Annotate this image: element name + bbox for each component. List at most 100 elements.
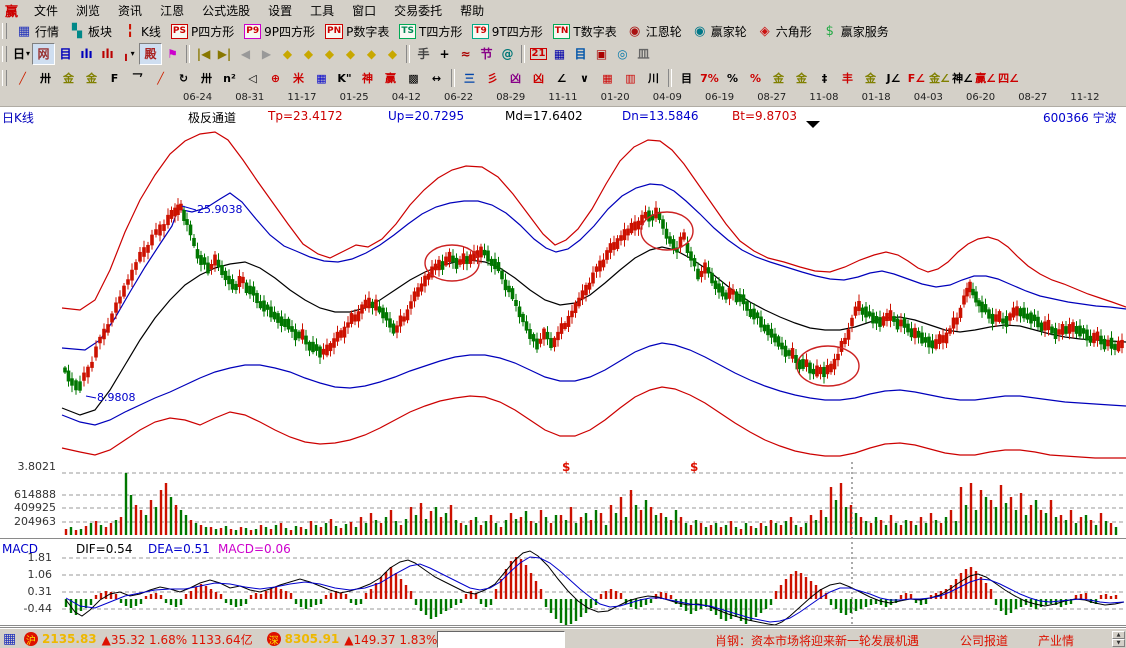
rotate-tool[interactable]: ↻: [172, 68, 195, 88]
bars-red-button[interactable]: ılı: [97, 44, 118, 64]
quotes-grid-icon[interactable]: ▦: [3, 632, 18, 646]
expand-h-diamond-button[interactable]: ◆: [319, 44, 340, 64]
menu-item-6[interactable]: 设置: [259, 1, 301, 20]
network-button[interactable]: ◎: [612, 44, 633, 64]
candle-style-button[interactable]: ╻▾: [118, 44, 139, 64]
info-panel-button[interactable]: 目: [55, 44, 76, 64]
menu-item-2[interactable]: 浏览: [67, 1, 109, 20]
spiral-tool-button[interactable]: @: [497, 44, 518, 64]
last-bar-button[interactable]: ▶|: [214, 44, 235, 64]
panel-lines-tool[interactable]: 三: [458, 68, 481, 88]
si-angle-tool[interactable]: 四∠: [997, 68, 1020, 88]
width-arrows-tool[interactable]: ↔: [425, 68, 448, 88]
news-category[interactable]: 公司报道: [960, 632, 1008, 648]
shen-angle-tool[interactable]: 神∠: [951, 68, 974, 88]
red-grid-tool[interactable]: ▦: [596, 68, 619, 88]
crosshair-tool-button[interactable]: +: [434, 44, 455, 64]
pattern-view-button[interactable]: 殿: [139, 43, 162, 65]
brush-tool[interactable]: ╱: [11, 68, 34, 88]
k-notes-tool[interactable]: K": [333, 68, 356, 88]
f-angle-tool[interactable]: F∠: [905, 68, 928, 88]
gold-hatch-tool[interactable]: 金: [57, 68, 80, 88]
gold-circle-tool[interactable]: 金: [767, 68, 790, 88]
gold-angle-tool[interactable]: 金∠: [928, 68, 951, 88]
code-input[interactable]: [437, 631, 565, 648]
angle-lines-tool[interactable]: ∠: [550, 68, 573, 88]
slant-lines-tool[interactable]: 川: [642, 68, 665, 88]
gann-wheel-button[interactable]: ◉江恩轮: [622, 21, 687, 41]
bars-blue-button[interactable]: ılı: [76, 44, 97, 64]
percent-tool[interactable]: %: [721, 68, 744, 88]
ticker-spinner[interactable]: ▲▼: [1112, 631, 1125, 647]
measure-tool-button[interactable]: ≈: [455, 44, 476, 64]
list-grid-tool[interactable]: 目: [675, 68, 698, 88]
j-angle-tool[interactable]: J∠: [882, 68, 905, 88]
circle-cross-tool[interactable]: ⊕: [264, 68, 287, 88]
compass-tool[interactable]: ‡: [813, 68, 836, 88]
winner-wheel-button[interactable]: ◉赢家轮: [687, 21, 752, 41]
gold-box-tool[interactable]: 金: [859, 68, 882, 88]
nine-t-square-button[interactable]: T99T四方形: [467, 21, 547, 41]
menu-item-5[interactable]: 公式选股: [193, 1, 259, 20]
t-square-button[interactable]: TST四方形: [394, 21, 467, 41]
seven-percent-tool[interactable]: 7%: [698, 68, 721, 88]
prev-bar-button[interactable]: ◀: [235, 44, 256, 64]
ying-grid-tool[interactable]: 赢: [379, 68, 402, 88]
chart-period-label[interactable]: 日K线: [2, 109, 34, 126]
pan-left-diamond-button[interactable]: ◆: [277, 44, 298, 64]
flag-button[interactable]: ⚑: [162, 44, 183, 64]
ying-angle-tool[interactable]: 赢∠: [974, 68, 997, 88]
news-category-2[interactable]: 产业情: [1038, 632, 1074, 648]
t-number-table-button[interactable]: TNT数字表: [548, 21, 622, 41]
menu-item-8[interactable]: 窗口: [343, 1, 385, 20]
gold-lines-tool[interactable]: 金: [790, 68, 813, 88]
pan-right-diamond-button[interactable]: ◆: [298, 44, 319, 64]
grid-dots-tool[interactable]: ▦: [310, 68, 333, 88]
hand-tool-button[interactable]: 手: [413, 44, 434, 64]
dense-grid-tool[interactable]: ▩: [402, 68, 425, 88]
check-lines-tool[interactable]: ∨: [573, 68, 596, 88]
notebook-button[interactable]: 目: [570, 44, 591, 64]
shen-tool[interactable]: 神: [356, 68, 379, 88]
menu-item-1[interactable]: 文件: [25, 1, 67, 20]
spinner-down-icon[interactable]: ▼: [1112, 639, 1125, 647]
menu-item-9[interactable]: 交易委托: [385, 1, 451, 20]
compress-h-diamond-button[interactable]: ◆: [340, 44, 361, 64]
p-square-button[interactable]: PSP四方形: [166, 21, 239, 41]
brush2-tool[interactable]: ╱: [149, 68, 172, 88]
gold-hatch2-tool[interactable]: 金: [80, 68, 103, 88]
n2-hatch-tool[interactable]: n²: [218, 68, 241, 88]
menu-item-4[interactable]: 江恩: [151, 1, 193, 20]
nine-p-square-button[interactable]: P99P四方形: [239, 21, 320, 41]
winner-service-button[interactable]: $赢家服务: [817, 21, 894, 41]
gann-hatch-tool[interactable]: 卅: [34, 68, 57, 88]
box-rays-tool[interactable]: 凶: [504, 68, 527, 88]
red-grid2-tool[interactable]: ▥: [619, 68, 642, 88]
kline-button[interactable]: ╏K线: [117, 21, 166, 41]
menu-item-3[interactable]: 资讯: [109, 1, 151, 20]
save-image-button[interactable]: ▣: [591, 44, 612, 64]
channel-view-button[interactable]: 网: [32, 43, 55, 65]
next-bar-button[interactable]: ▶: [256, 44, 277, 64]
first-bar-button[interactable]: |◀: [193, 44, 214, 64]
rays-fan-tool[interactable]: 彡: [481, 68, 504, 88]
hatch2-tool[interactable]: 卅: [195, 68, 218, 88]
period-day-button[interactable]: 日▾: [11, 44, 32, 64]
quotes-button[interactable]: ▦行情: [11, 21, 64, 41]
red-hatch-tool[interactable]: 丰: [836, 68, 859, 88]
hexagon-button[interactable]: ◈六角形: [752, 21, 817, 41]
box-rays2-tool[interactable]: 凶: [527, 68, 550, 88]
news-headline[interactable]: 肖钢：资本市场将迎来新一轮发展机遇: [715, 632, 919, 648]
arc-hatch-tool[interactable]: 乛: [126, 68, 149, 88]
spinner-up-icon[interactable]: ▲: [1112, 631, 1125, 639]
f-hatch-tool[interactable]: F: [103, 68, 126, 88]
percent-line-tool[interactable]: %: [744, 68, 767, 88]
menu-item-10[interactable]: 帮助: [451, 1, 493, 20]
zoom-all-diamond-button[interactable]: ◆: [361, 44, 382, 64]
menu-item-7[interactable]: 工具: [301, 1, 343, 20]
blocks-button[interactable]: ▚板块: [64, 21, 117, 41]
calculator-button[interactable]: ▦: [549, 44, 570, 64]
seal-tool-button[interactable]: 节: [476, 44, 497, 64]
calendar-button[interactable]: 21: [528, 44, 549, 64]
star-rays-tool[interactable]: 米: [287, 68, 310, 88]
